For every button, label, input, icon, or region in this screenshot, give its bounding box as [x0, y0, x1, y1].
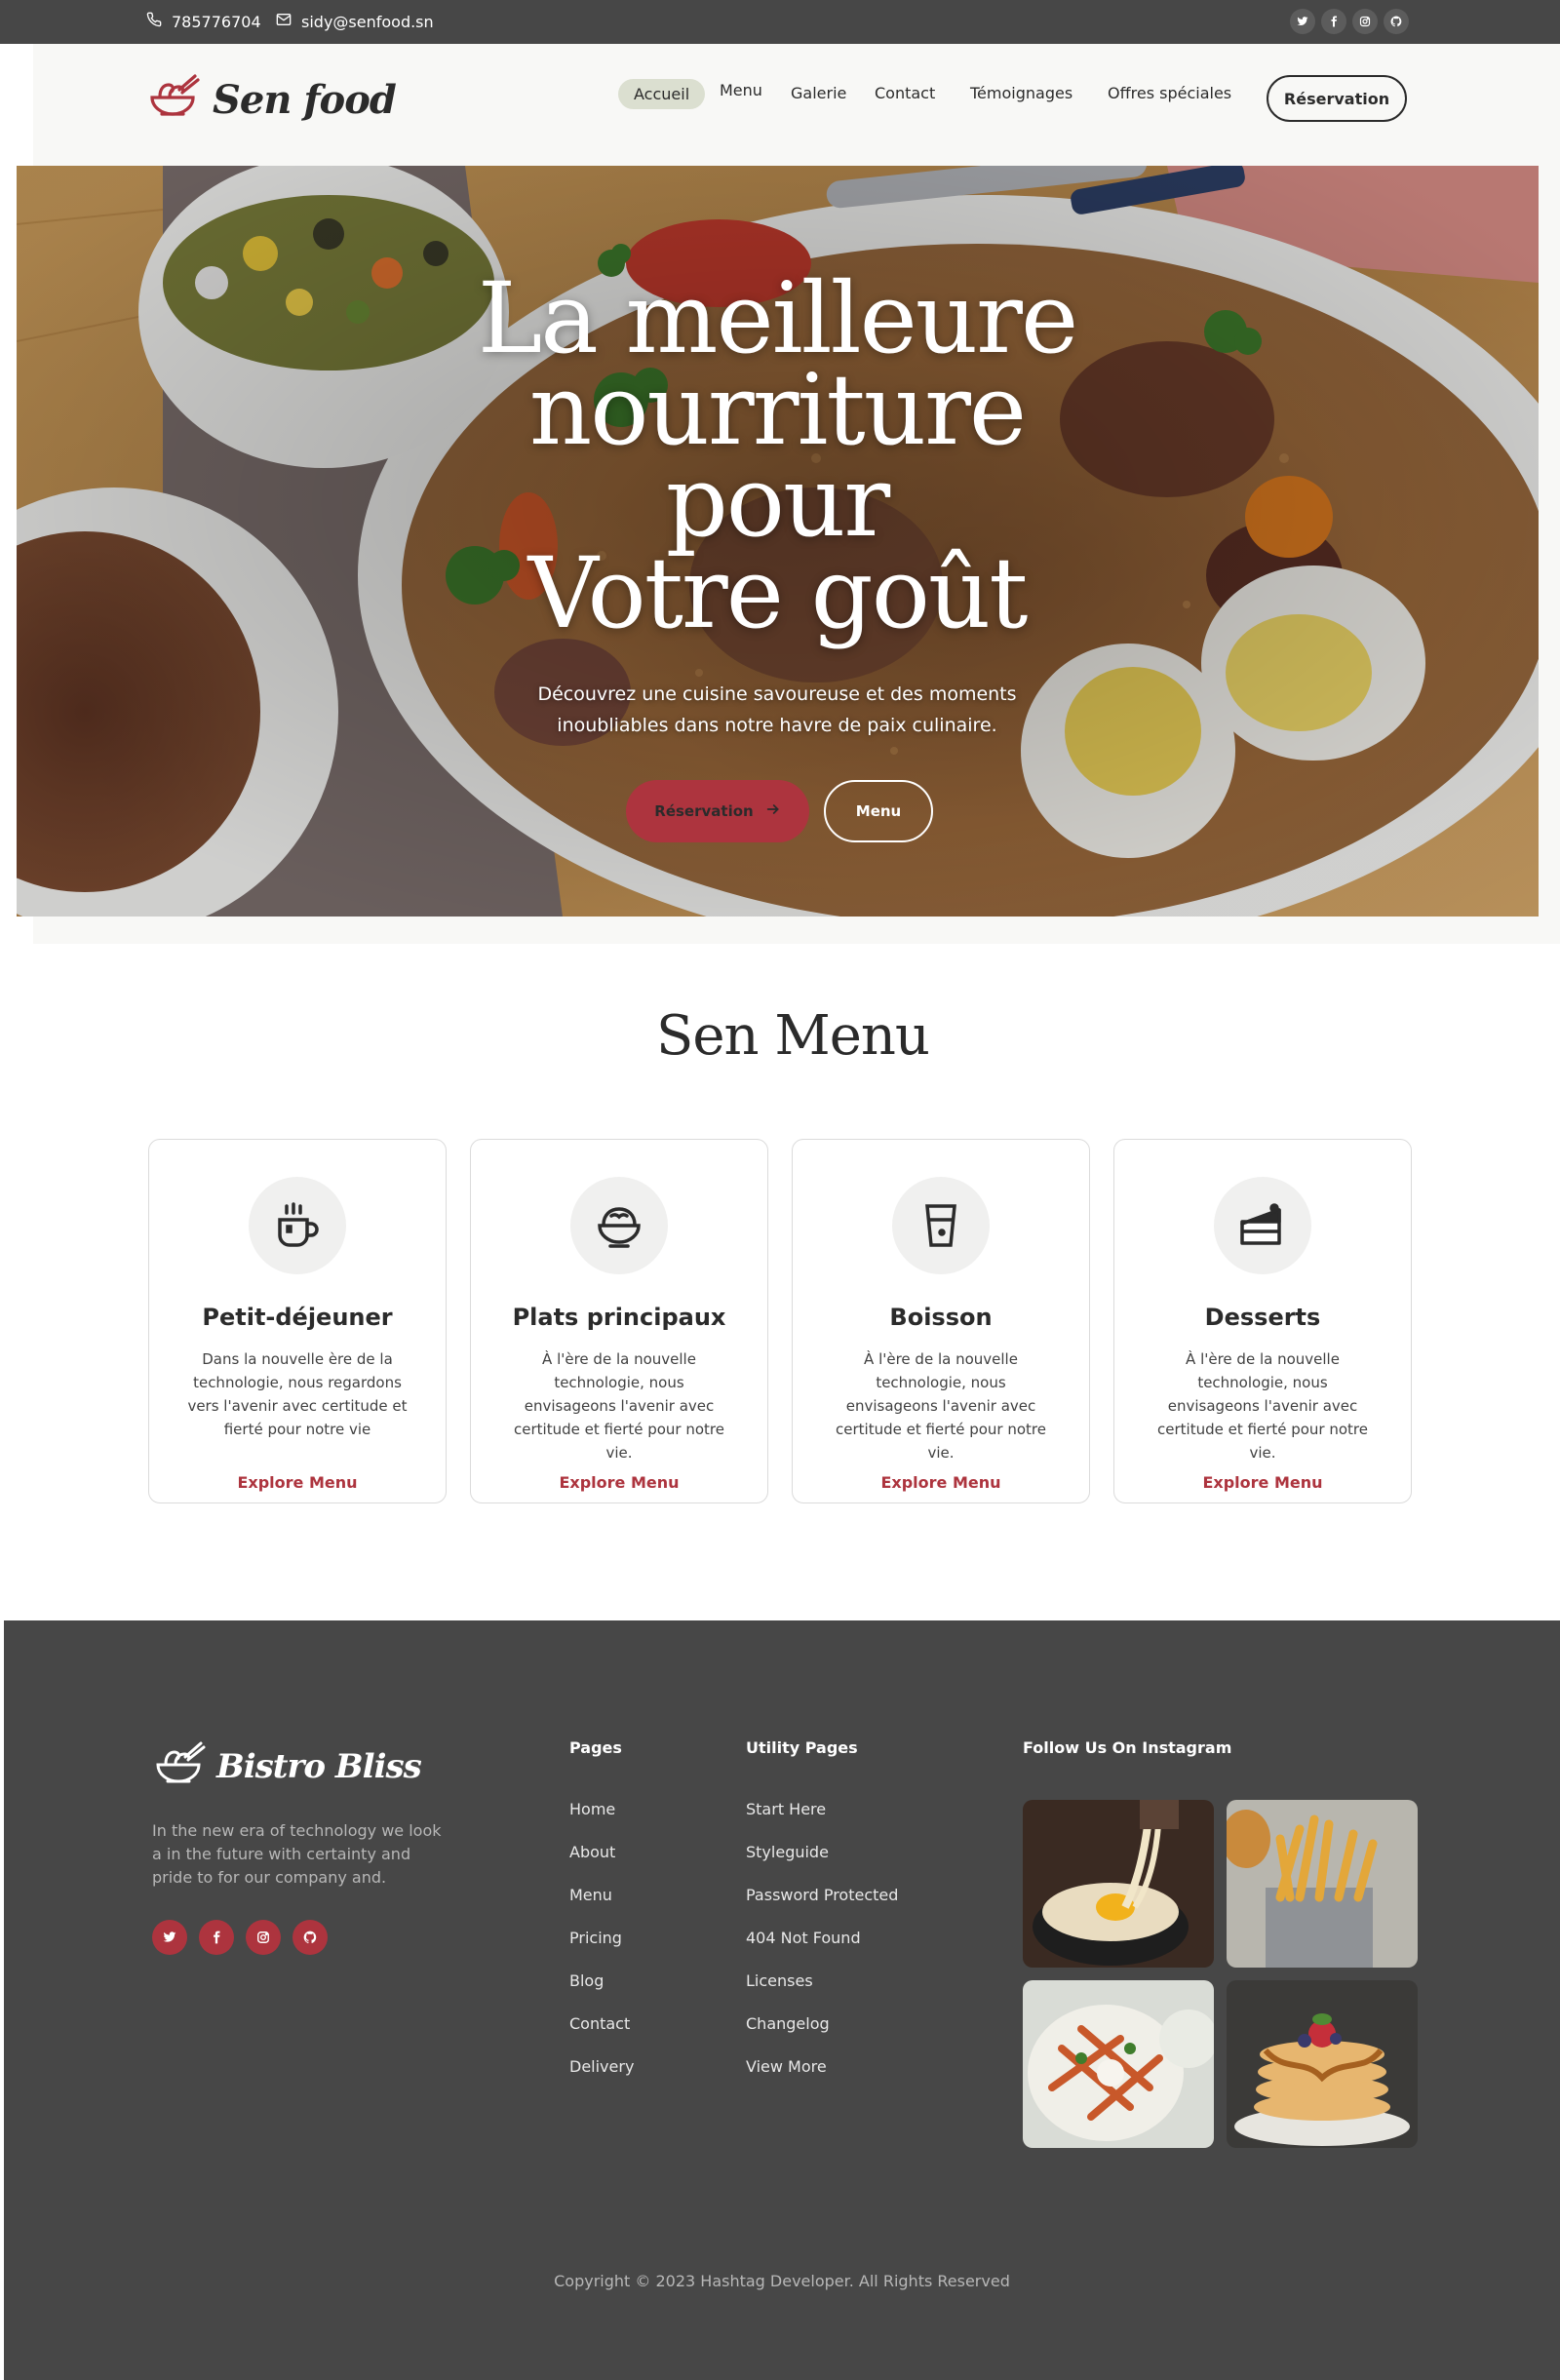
- footer-pages-column: Pages Home About Menu Pricing Blog Conta…: [569, 1738, 634, 2100]
- explore-menu-link[interactable]: Explore Menu: [793, 1473, 1089, 1492]
- hero-title-line: Votre goût: [527, 536, 1028, 650]
- nav-temoignages[interactable]: Témoignages: [970, 84, 1072, 102]
- coffee-cup-icon: [249, 1177, 346, 1274]
- hero-title-line: pour: [665, 445, 890, 559]
- nav-accueil[interactable]: Accueil: [618, 79, 706, 109]
- phone-number: 785776704: [172, 12, 261, 31]
- instagram-photo-noodles[interactable]: [1023, 1800, 1214, 1968]
- footer-link-pricing[interactable]: Pricing: [569, 1929, 634, 1971]
- nav-galerie[interactable]: Galerie: [791, 84, 846, 102]
- twitter-icon[interactable]: [1290, 9, 1315, 34]
- card-title: Plats principaux: [512, 1304, 726, 1331]
- menu-cards: Petit-déjeuner Dans la nouvelle ère de l…: [148, 1139, 1413, 1503]
- explore-menu-link[interactable]: Explore Menu: [471, 1473, 767, 1492]
- cake-slice-icon: [1214, 1177, 1311, 1274]
- instagram-photo-fries-salad[interactable]: [1023, 1980, 1214, 2148]
- drink-glass-icon: [892, 1177, 990, 1274]
- reservation-button[interactable]: Réservation: [1267, 75, 1407, 122]
- footer-utility-column: Utility Pages Start Here Styleguide Pass…: [746, 1738, 898, 2100]
- footer-link-contact[interactable]: Contact: [569, 2014, 634, 2057]
- card-title: Petit-déjeuner: [202, 1304, 393, 1331]
- footer-link-home[interactable]: Home: [569, 1800, 634, 1843]
- hero-title-line: nourriture: [528, 353, 1027, 467]
- facebook-icon[interactable]: [199, 1920, 234, 1955]
- footer-logo[interactable]: Bistro Bliss: [152, 1737, 422, 1796]
- food-bowl-icon: [570, 1177, 668, 1274]
- card-description: À l'ère de la nouvelle technologie, nous…: [514, 1350, 724, 1462]
- email-contact[interactable]: sidy@senfood.sn: [276, 12, 434, 31]
- hero-title: La meilleure nourriture pour Votre goût: [387, 261, 1167, 650]
- menu-card-breakfast[interactable]: Petit-déjeuner Dans la nouvelle ère de l…: [148, 1139, 447, 1503]
- hero-content: La meilleure nourriture pour Votre goût …: [17, 166, 1539, 917]
- instagram-icon[interactable]: [246, 1920, 281, 1955]
- nav-contact[interactable]: Contact: [875, 84, 935, 102]
- card-description: À l'ère de la nouvelle technologie, nous…: [836, 1350, 1046, 1462]
- card-description: Dans la nouvelle ère de la technologie, …: [187, 1350, 408, 1438]
- explore-menu-link[interactable]: Explore Menu: [1114, 1473, 1411, 1492]
- nav-menu[interactable]: Menu: [720, 81, 762, 99]
- topbar-socials: [1290, 9, 1409, 34]
- menu-section-title: Sen Menu: [656, 1004, 930, 1068]
- card-description: À l'ère de la nouvelle technologie, nous…: [1157, 1350, 1368, 1462]
- hero-reservation-button[interactable]: Réservation: [626, 780, 809, 842]
- footer-link-menu[interactable]: Menu: [569, 1886, 634, 1929]
- footer-link-blog[interactable]: Blog: [569, 1971, 634, 2014]
- explore-menu-link[interactable]: Explore Menu: [149, 1473, 446, 1492]
- instagram-photo-fries[interactable]: [1227, 1800, 1418, 1968]
- phone-contact[interactable]: 785776704: [146, 12, 261, 31]
- copyright-text: Copyright © 2023 Hashtag Developer. All …: [554, 2272, 1010, 2290]
- footer-link-start-here[interactable]: Start Here: [746, 1800, 898, 1843]
- facebook-icon[interactable]: [1321, 9, 1346, 34]
- footer-link-changelog[interactable]: Changelog: [746, 2014, 898, 2057]
- phone-icon: [146, 12, 162, 31]
- site-footer: Bistro Bliss In the new era of technolog…: [4, 1620, 1560, 2380]
- footer-link-styleguide[interactable]: Styleguide: [746, 1843, 898, 1886]
- footer-socials: [152, 1920, 328, 1955]
- menu-card-main-dishes[interactable]: Plats principaux À l'ère de la nouvelle …: [470, 1139, 768, 1503]
- footer-link-view-more[interactable]: View More: [746, 2057, 898, 2100]
- footer-logo-text: Bistro Bliss: [216, 1747, 422, 1786]
- hero-title-line: La meilleure: [477, 261, 1078, 375]
- footer-link-about[interactable]: About: [569, 1843, 634, 1886]
- footer-link-licenses[interactable]: Licenses: [746, 1971, 898, 2014]
- twitter-icon[interactable]: [152, 1920, 187, 1955]
- github-icon[interactable]: [292, 1920, 328, 1955]
- github-icon[interactable]: [1384, 9, 1409, 34]
- hero-banner: La meilleure nourriture pour Votre goût …: [17, 166, 1539, 917]
- email-address: sidy@senfood.sn: [301, 12, 434, 31]
- card-title: Desserts: [1204, 1304, 1321, 1331]
- card-title: Boisson: [889, 1304, 993, 1331]
- footer-pages-title: Pages: [569, 1738, 622, 1757]
- nav-offres-speciales[interactable]: Offres spéciales: [1108, 84, 1231, 102]
- instagram-title: Follow Us On Instagram: [1023, 1738, 1232, 1757]
- footer-utility-title: Utility Pages: [746, 1738, 858, 1757]
- footer-link-password-protected[interactable]: Password Protected: [746, 1886, 898, 1929]
- menu-card-drinks[interactable]: Boisson À l'ère de la nouvelle technolog…: [792, 1139, 1090, 1503]
- instagram-icon[interactable]: [1352, 9, 1378, 34]
- mail-icon: [276, 12, 292, 31]
- hero-subtitle: Découvrez une cuisine savoureuse et des …: [537, 683, 1017, 736]
- footer-description: In the new era of technology we look a i…: [152, 1821, 442, 1887]
- footer-link-404[interactable]: 404 Not Found: [746, 1929, 898, 1971]
- menu-card-desserts[interactable]: Desserts À l'ère de la nouvelle technolo…: [1113, 1139, 1412, 1503]
- footer-link-delivery[interactable]: Delivery: [569, 2057, 634, 2100]
- hero-menu-button[interactable]: Menu: [824, 780, 933, 842]
- arrow-right-icon: [765, 801, 781, 821]
- instagram-photo-pancakes[interactable]: [1227, 1980, 1418, 2148]
- bowl-logo-icon: [152, 1737, 207, 1796]
- hero-reservation-label: Réservation: [654, 802, 754, 820]
- top-bar: 785776704 sidy@senfood.sn: [0, 0, 1560, 44]
